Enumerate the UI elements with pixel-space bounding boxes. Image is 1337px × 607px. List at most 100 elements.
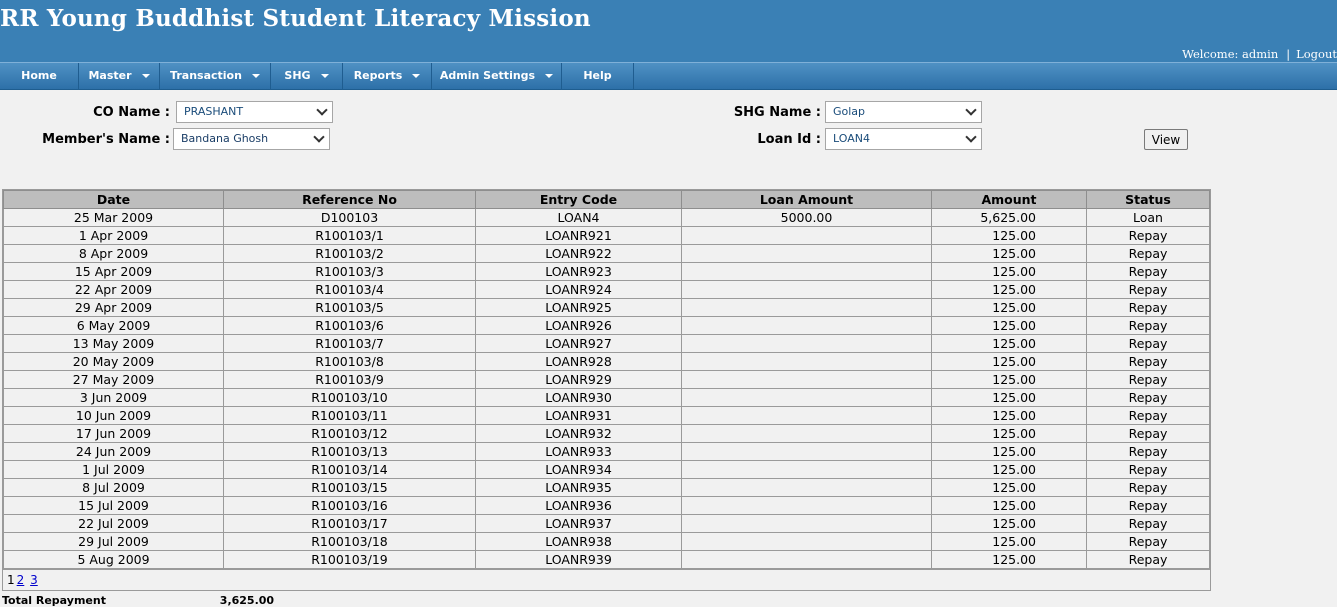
member-name-select[interactable]: Bandana Ghosh xyxy=(173,128,330,150)
table-cell: Repay xyxy=(1086,442,1210,461)
table-row: 20 May 2009 R100103/8 LOANR928 125.00 Repay xyxy=(3,352,1210,371)
table-cell: Repay xyxy=(1086,298,1210,317)
table-cell: Repay xyxy=(1086,370,1210,389)
table-cell: 125.00 xyxy=(931,388,1087,407)
shg-name-select[interactable]: Golap xyxy=(825,101,982,123)
chevron-down-icon xyxy=(320,74,329,78)
table-cell: Repay xyxy=(1086,406,1210,425)
table-cell: 1 Jul 2009 xyxy=(3,460,224,479)
welcome-text: Welcome: admin xyxy=(1182,47,1279,61)
table-cell: Repay xyxy=(1086,316,1210,335)
table-row: 10 Jun 2009 R100103/11 LOANR931 125.00 Repay xyxy=(3,406,1210,425)
table-cell: R100103/12 xyxy=(223,424,476,443)
table-cell: 125.00 xyxy=(931,244,1087,263)
table-cell: Repay xyxy=(1086,352,1210,371)
table-cell: R100103/5 xyxy=(223,298,476,317)
table-header-row: Date Reference No Entry Code Loan Amount Amo… xyxy=(3,190,1210,209)
chevron-down-icon xyxy=(412,74,421,78)
table-cell: 13 May 2009 xyxy=(3,334,224,353)
table-cell: 29 Jul 2009 xyxy=(3,532,224,551)
table-cell: 125.00 xyxy=(931,424,1087,443)
table-row: 1 Apr 2009 R100103/1 LOANR921 125.00 Repay xyxy=(3,226,1210,245)
table-row: 1 Jul 2009 R100103/14 LOANR934 125.00 Repay xyxy=(3,460,1210,479)
nav-item-transaction[interactable]: Transaction xyxy=(160,63,271,90)
table-cell xyxy=(681,280,932,299)
table-cell: LOANR935 xyxy=(475,478,682,497)
table-cell xyxy=(681,244,932,263)
nav-item-reports[interactable]: Reports xyxy=(343,63,432,90)
pager-page-2[interactable]: 2 xyxy=(17,573,25,587)
table-cell: 125.00 xyxy=(931,280,1087,299)
table-cell xyxy=(681,496,932,515)
table-cell: R100103/10 xyxy=(223,388,476,407)
table-cell: Loan xyxy=(1086,208,1210,227)
table-cell: R100103/8 xyxy=(223,352,476,371)
shg-name-value: Golap xyxy=(833,105,866,118)
nav-label-transaction: Transaction xyxy=(170,69,242,82)
table-cell: LOANR939 xyxy=(475,550,682,569)
table-cell: R100103/17 xyxy=(223,514,476,533)
table-cell: LOANR934 xyxy=(475,460,682,479)
table-cell: 125.00 xyxy=(931,478,1087,497)
loan-id-select[interactable]: LOAN4 xyxy=(825,128,982,150)
app-title: RR Young Buddhist Student Literacy Missi… xyxy=(0,5,591,32)
table-row: 15 Apr 2009 R100103/3 LOANR923 125.00 Repay xyxy=(3,262,1210,281)
nav-item-master[interactable]: Master xyxy=(79,63,160,90)
table-cell: 5,625.00 xyxy=(931,208,1087,227)
loan-ledger-grid: Date Reference No Entry Code Loan Amount Amo… xyxy=(2,189,1211,591)
table-header: Date Reference No Entry Code Loan Amount Amo… xyxy=(3,190,1210,209)
table-cell: LOANR929 xyxy=(475,370,682,389)
co-name-value: PRASHANT xyxy=(184,105,244,118)
total-repayment-label: Total Repayment xyxy=(2,594,106,607)
table-cell: 125.00 xyxy=(931,352,1087,371)
table-cell: 22 Jul 2009 xyxy=(3,514,224,533)
table-cell: R100103/14 xyxy=(223,460,476,479)
table-cell: 15 Apr 2009 xyxy=(3,262,224,281)
table-cell: 125.00 xyxy=(931,262,1087,281)
table-cell: 10 Jun 2009 xyxy=(3,406,224,425)
nav-label-home: Home xyxy=(21,69,57,82)
nav-item-admin-settings[interactable]: Admin Settings xyxy=(432,63,562,90)
table-cell xyxy=(681,550,932,569)
column-header: Loan Amount xyxy=(681,190,932,209)
nav-label-shg: SHG xyxy=(284,69,311,82)
table-cell: LOANR923 xyxy=(475,262,682,281)
table-row: 22 Jul 2009 R100103/17 LOANR937 125.00 Repay xyxy=(3,514,1210,533)
table-cell: LOANR936 xyxy=(475,496,682,515)
table-cell: 5 Aug 2009 xyxy=(3,550,224,569)
table-cell: Repay xyxy=(1086,226,1210,245)
table-cell: LOANR930 xyxy=(475,388,682,407)
nav-item-shg[interactable]: SHG xyxy=(271,63,343,90)
member-name-value: Bandana Ghosh xyxy=(181,132,269,145)
table-cell: R100103/1 xyxy=(223,226,476,245)
table-cell: 25 Mar 2009 xyxy=(3,208,224,227)
loan-ledger-table: Date Reference No Entry Code Loan Amount Amo… xyxy=(3,190,1210,569)
table-cell: R100103/13 xyxy=(223,442,476,461)
table-cell xyxy=(681,334,932,353)
nav-label-reports: Reports xyxy=(353,69,403,82)
logout-link[interactable]: Logout xyxy=(1296,47,1337,61)
table-cell: R100103/4 xyxy=(223,280,476,299)
nav-item-home[interactable]: Home xyxy=(0,63,79,90)
table-cell: 125.00 xyxy=(931,334,1087,353)
pager-page-3[interactable]: 3 xyxy=(30,573,38,587)
total-repayment-value: 3,625.00 xyxy=(219,594,275,607)
table-row: 8 Jul 2009 R100103/15 LOANR935 125.00 Repay xyxy=(3,478,1210,497)
table-cell: R100103/19 xyxy=(223,550,476,569)
nav-item-help[interactable]: Help xyxy=(562,63,634,90)
view-button[interactable]: View xyxy=(1144,129,1188,150)
table-row: 29 Apr 2009 R100103/5 LOANR925 125.00 Repay xyxy=(3,298,1210,317)
pager-current-page: 1 xyxy=(7,573,15,587)
table-cell: 125.00 xyxy=(931,550,1087,569)
table-cell: 125.00 xyxy=(931,298,1087,317)
table-cell: D100103 xyxy=(223,208,476,227)
table-row: 22 Apr 2009 R100103/4 LOANR924 125.00 Repay xyxy=(3,280,1210,299)
table-cell: 5000.00 xyxy=(681,208,932,227)
chevron-down-icon xyxy=(251,74,260,78)
table-row: 25 Mar 2009 D100103 LOAN4 5000.00 5,625.00 Lo… xyxy=(3,208,1210,227)
table-cell: Repay xyxy=(1086,424,1210,443)
co-name-select[interactable]: PRASHANT xyxy=(176,101,333,123)
table-cell: 3 Jun 2009 xyxy=(3,388,224,407)
table-cell xyxy=(681,226,932,245)
table-cell xyxy=(681,370,932,389)
